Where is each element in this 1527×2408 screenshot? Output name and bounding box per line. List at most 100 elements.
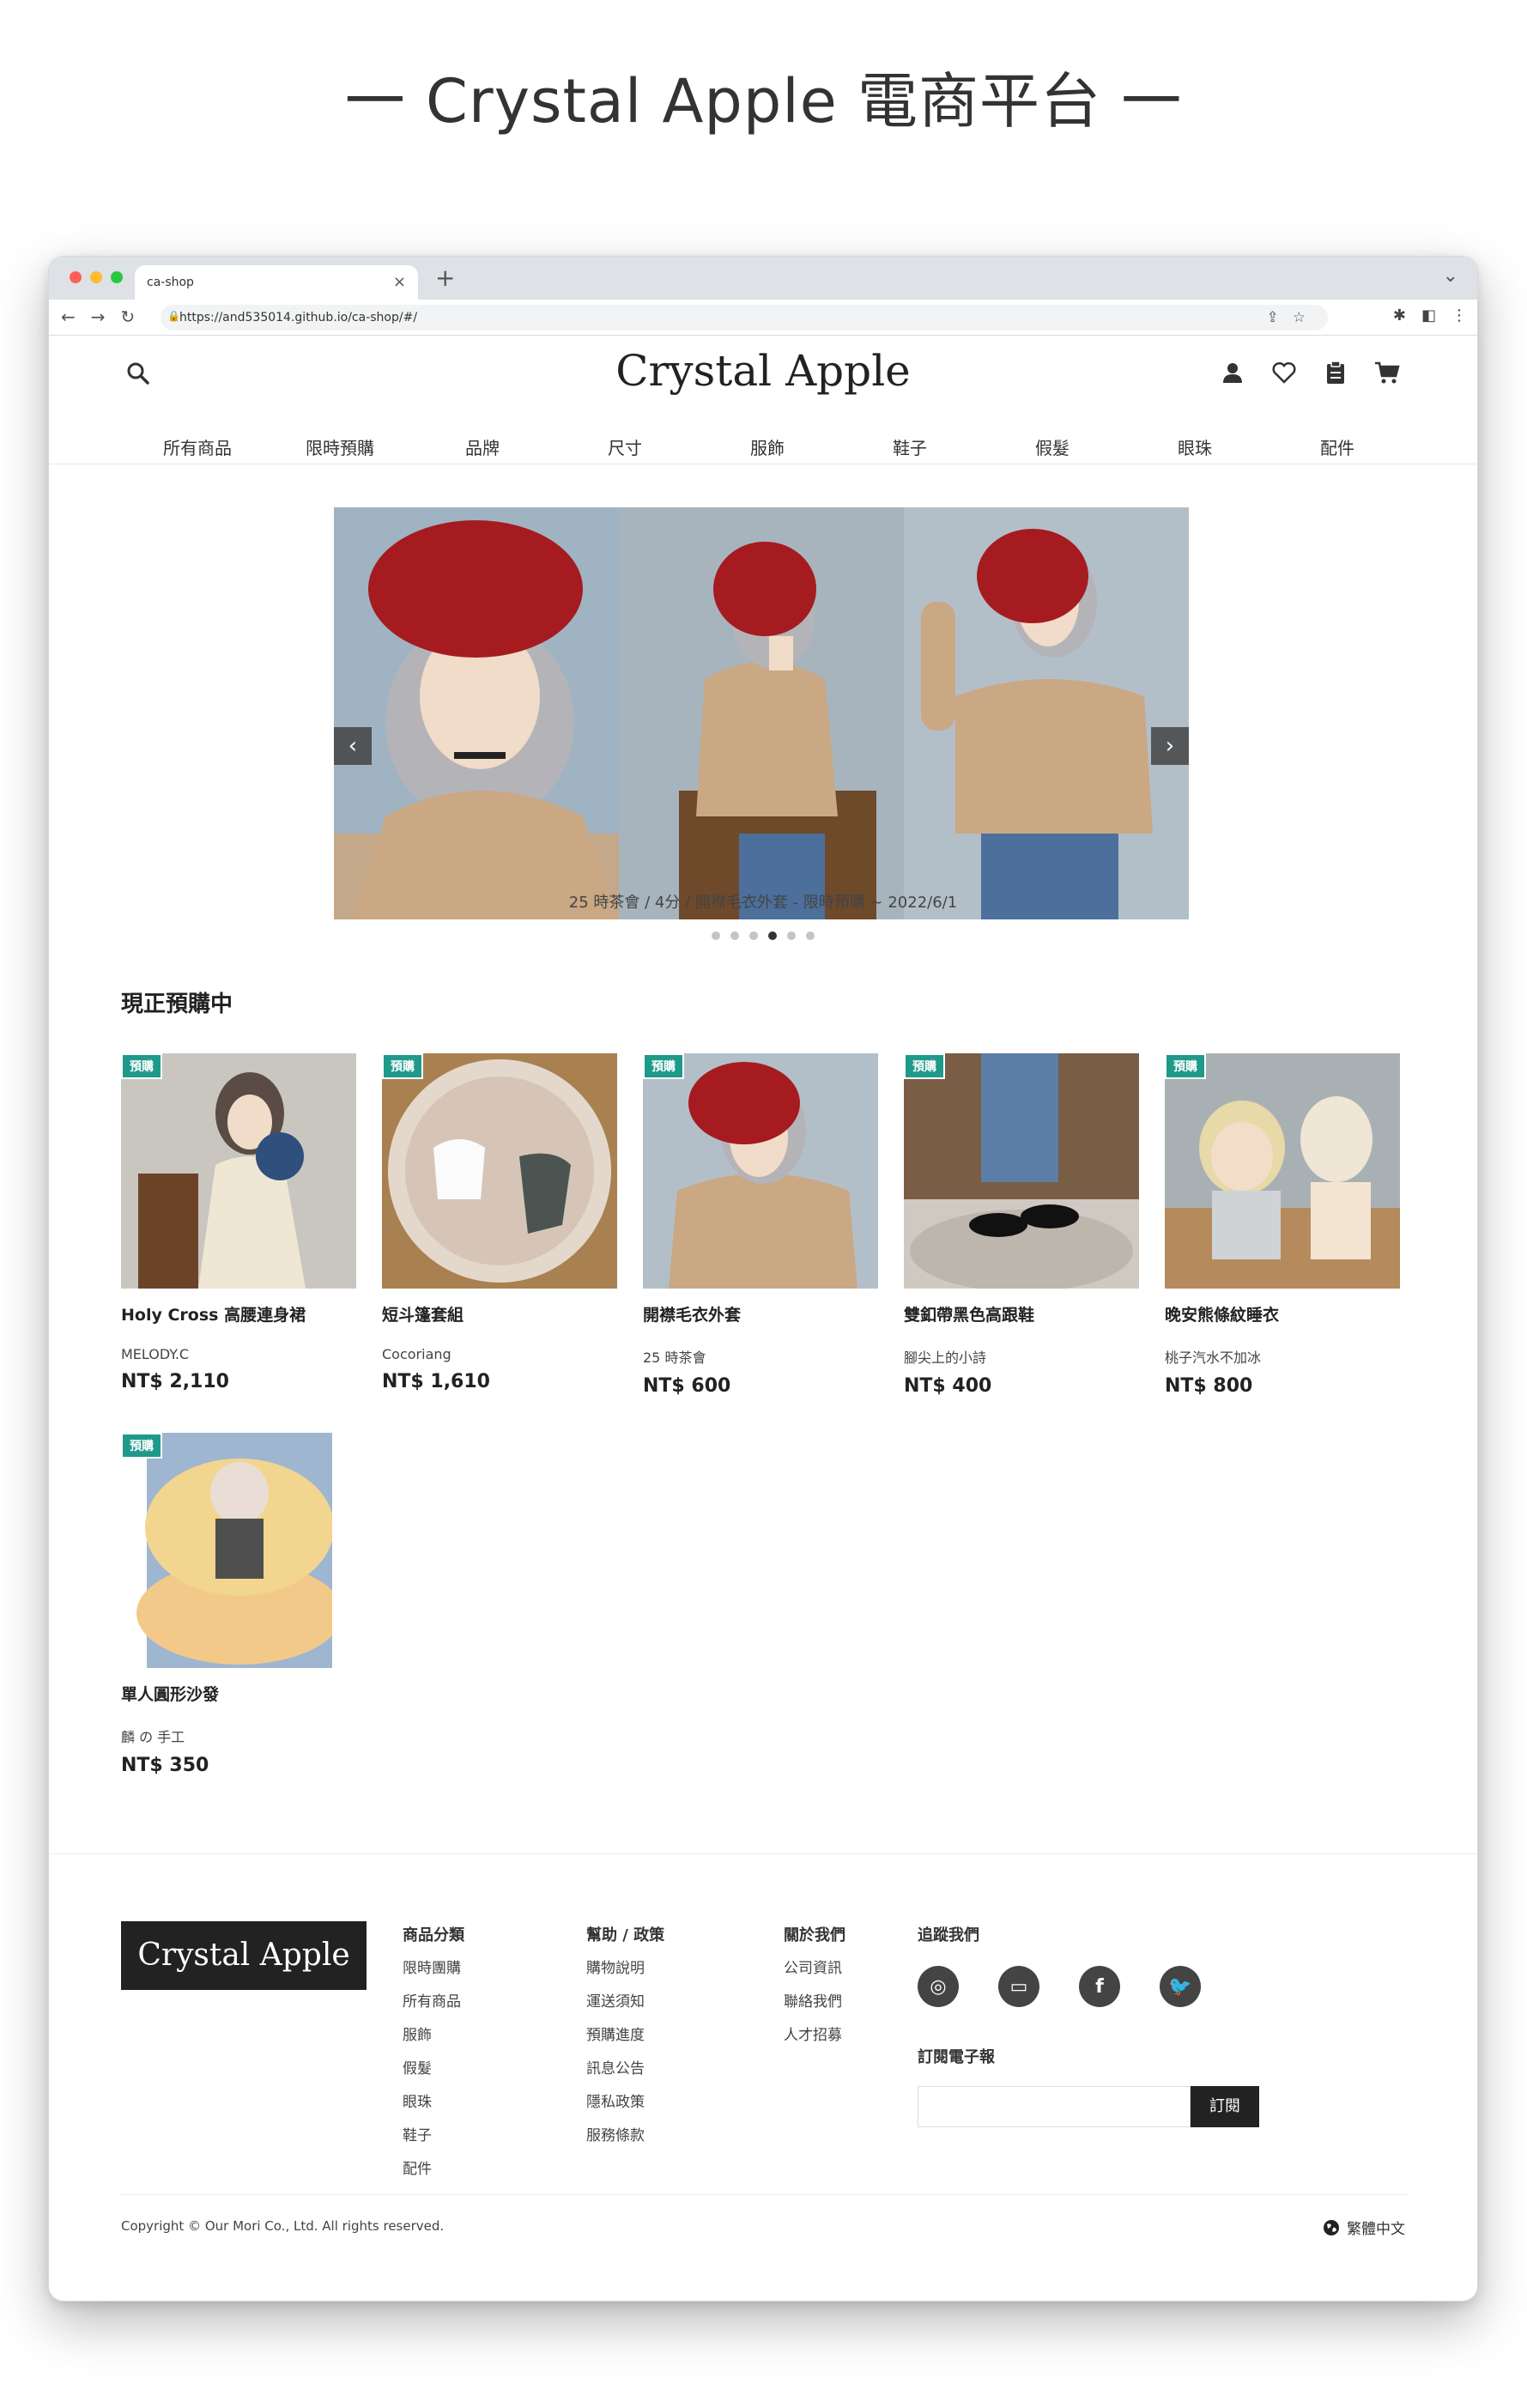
footer-column-about: 關於我們 公司資訊 聯絡我們 人才招募 bbox=[784, 1923, 845, 2056]
line-icon[interactable]: ▭ bbox=[998, 1966, 1039, 2007]
product-name[interactable]: Holy Cross 高腰連身裙 bbox=[121, 1302, 356, 1325]
product-name[interactable]: 短斗篷套組 bbox=[382, 1302, 617, 1325]
tab-list-chevron-icon[interactable]: ⌄ bbox=[1443, 265, 1458, 287]
footer-link[interactable]: 配件 bbox=[403, 2156, 464, 2178]
nav-item-limited-preorder[interactable]: 限時預購 bbox=[269, 434, 411, 459]
account-icon[interactable] bbox=[1220, 360, 1245, 385]
footer-link[interactable]: 訊息公告 bbox=[586, 2056, 664, 2077]
footer-link[interactable]: 服飾 bbox=[403, 2023, 464, 2044]
product-image[interactable]: 預購 bbox=[121, 1433, 332, 1668]
product-brand: 腳尖上的小詩 bbox=[904, 1350, 987, 1366]
footer-link[interactable]: 聯絡我們 bbox=[784, 1989, 845, 2011]
nav-item-accessories[interactable]: 配件 bbox=[1266, 434, 1409, 459]
nav-item-brands[interactable]: 品牌 bbox=[411, 434, 554, 459]
footer-link[interactable]: 購物說明 bbox=[586, 1956, 664, 1977]
carousel-indicators bbox=[49, 931, 1477, 940]
carousel-indicator[interactable] bbox=[730, 931, 739, 940]
carousel-indicator[interactable] bbox=[806, 931, 815, 940]
carousel-prev-button[interactable]: ‹ bbox=[334, 727, 372, 765]
forward-icon[interactable]: → bbox=[91, 306, 106, 327]
nav-item-clothing[interactable]: 服飾 bbox=[696, 434, 839, 459]
carousel-photo-1 bbox=[334, 507, 619, 919]
browser-menu-icon[interactable]: ⋮ bbox=[1451, 306, 1467, 325]
share-icon[interactable]: ⇪ bbox=[1267, 309, 1279, 326]
instagram-icon[interactable]: ◎ bbox=[918, 1966, 959, 2007]
wishlist-heart-icon[interactable] bbox=[1271, 360, 1297, 385]
product-price: NT$ 600 bbox=[643, 1375, 731, 1397]
nav-item-shoes[interactable]: 鞋子 bbox=[839, 434, 981, 459]
product-image[interactable]: 預購 bbox=[904, 1053, 1139, 1289]
newsletter-title: 訂閱電子報 bbox=[918, 2048, 995, 2066]
product-name[interactable]: 晚安熊條紋睡衣 bbox=[1165, 1302, 1400, 1325]
facebook-icon[interactable]: f bbox=[1079, 1966, 1120, 2007]
footer-link[interactable]: 運送須知 bbox=[586, 1989, 664, 2011]
product-price: NT$ 800 bbox=[1165, 1375, 1253, 1397]
product-card[interactable]: 預購 雙釦帶黑色高跟鞋 腳尖上的小詩 NT$ 400 bbox=[904, 1053, 1139, 1397]
product-card[interactable]: 預購 開襟毛衣外套 25 時茶會 NT$ 600 bbox=[643, 1053, 878, 1397]
product-name[interactable]: 單人圓形沙發 bbox=[121, 1682, 332, 1705]
carousel-indicator[interactable] bbox=[749, 931, 758, 940]
minimize-window-button[interactable] bbox=[90, 271, 102, 283]
close-tab-icon[interactable]: × bbox=[393, 273, 406, 291]
product-image[interactable]: 預購 bbox=[643, 1053, 878, 1289]
order-clipboard-icon[interactable] bbox=[1323, 360, 1348, 385]
new-tab-icon[interactable]: + bbox=[435, 264, 455, 292]
footer-link[interactable]: 假髮 bbox=[403, 2056, 464, 2077]
carousel-caption: 25 時茶會 / 4分 / 開襟毛衣外套 - 限時預購 ~ 2022/6/1 bbox=[568, 894, 958, 912]
language-selector[interactable]: 繁體中文 bbox=[1323, 2217, 1405, 2238]
address-field[interactable]: 🔒 https://and535014.github.io/ca-shop/#/… bbox=[161, 305, 1328, 331]
product-card[interactable]: 預購 晚安熊條紋睡衣 桃子汽水不加冰 NT$ 800 bbox=[1165, 1053, 1400, 1397]
hero-carousel[interactable]: ‹ › bbox=[334, 507, 1189, 919]
product-card[interactable]: 預購 短斗篷套組 Cocoriang NT$ 1,610 bbox=[382, 1053, 617, 1392]
cart-icon[interactable] bbox=[1374, 360, 1400, 385]
product-name[interactable]: 開襟毛衣外套 bbox=[643, 1302, 878, 1325]
nav-item-eyes[interactable]: 眼珠 bbox=[1124, 434, 1266, 459]
side-panel-icon[interactable]: ◧ bbox=[1421, 306, 1436, 325]
carousel-indicator[interactable] bbox=[712, 931, 720, 940]
carousel-photo-2 bbox=[619, 507, 904, 919]
footer-link[interactable]: 鞋子 bbox=[403, 2123, 464, 2144]
reload-icon[interactable]: ↻ bbox=[121, 306, 136, 327]
footer-link[interactable]: 公司資訊 bbox=[784, 1956, 845, 1977]
main-nav: 所有商品 限時預購 品牌 尺寸 服飾 鞋子 假髮 眼珠 配件 bbox=[126, 434, 1477, 459]
carousel-indicator-active[interactable] bbox=[768, 931, 777, 940]
browser-tab[interactable]: ca-shop × bbox=[135, 265, 418, 300]
page-heading: 一 Crystal Apple 電商平台 一 bbox=[344, 66, 1183, 136]
footer-link[interactable]: 人才招募 bbox=[784, 2023, 845, 2044]
product-card[interactable]: 預購 Holy Cross 高腰連身裙 MELODY.C NT$ 2,110 bbox=[121, 1053, 356, 1392]
copyright: Copyright © Our Mori Co., Ltd. All right… bbox=[121, 2218, 445, 2234]
subscribe-button[interactable]: 訂閱 bbox=[1191, 2086, 1259, 2127]
nav-item-wigs[interactable]: 假髮 bbox=[981, 434, 1124, 459]
nav-item-sizes[interactable]: 尺寸 bbox=[554, 434, 696, 459]
product-price: NT$ 350 bbox=[121, 1755, 209, 1776]
footer-column-categories: 商品分類 限時團購 所有商品 服飾 假髮 眼珠 鞋子 配件 bbox=[403, 1923, 464, 2190]
footer-link[interactable]: 隱私政策 bbox=[586, 2090, 664, 2111]
carousel-next-button[interactable]: › bbox=[1151, 727, 1189, 765]
preorder-badge: 預購 bbox=[382, 1053, 423, 1079]
product-image[interactable]: 預購 bbox=[382, 1053, 617, 1289]
product-card[interactable]: 預購 單人圓形沙發 麟 の 手工 NT$ 350 bbox=[121, 1433, 332, 1776]
product-name[interactable]: 雙釦帶黑色高跟鞋 bbox=[904, 1302, 1139, 1325]
maximize-window-button[interactable] bbox=[111, 271, 123, 283]
carousel-indicator[interactable] bbox=[787, 931, 796, 940]
footer-link[interactable]: 預購進度 bbox=[586, 2023, 664, 2044]
close-window-button[interactable] bbox=[70, 271, 82, 283]
social-links: ◎ ▭ f 🐦 bbox=[918, 1966, 1201, 2007]
extensions-icon[interactable]: ✱ bbox=[1393, 306, 1406, 325]
newsletter-email-input[interactable] bbox=[918, 2086, 1191, 2127]
url-bar: ← → ↻ 🔒 https://and535014.github.io/ca-s… bbox=[49, 300, 1477, 336]
footer-link[interactable]: 眼珠 bbox=[403, 2090, 464, 2111]
preorder-badge: 預購 bbox=[121, 1433, 162, 1459]
nav-item-all-products[interactable]: 所有商品 bbox=[126, 434, 269, 459]
product-image[interactable]: 預購 bbox=[1165, 1053, 1400, 1289]
window-controls bbox=[70, 271, 123, 283]
footer-link[interactable]: 服務條款 bbox=[586, 2123, 664, 2144]
product-price: NT$ 1,610 bbox=[382, 1371, 490, 1392]
footer-logo[interactable]: Crystal Apple bbox=[121, 1921, 367, 1990]
bookmark-star-icon[interactable]: ☆ bbox=[1293, 309, 1306, 326]
twitter-icon[interactable]: 🐦 bbox=[1160, 1966, 1201, 2007]
product-image[interactable]: 預購 bbox=[121, 1053, 356, 1289]
footer-link[interactable]: 所有商品 bbox=[403, 1989, 464, 2011]
footer-link[interactable]: 限時團購 bbox=[403, 1956, 464, 1977]
back-icon[interactable]: ← bbox=[61, 306, 76, 327]
